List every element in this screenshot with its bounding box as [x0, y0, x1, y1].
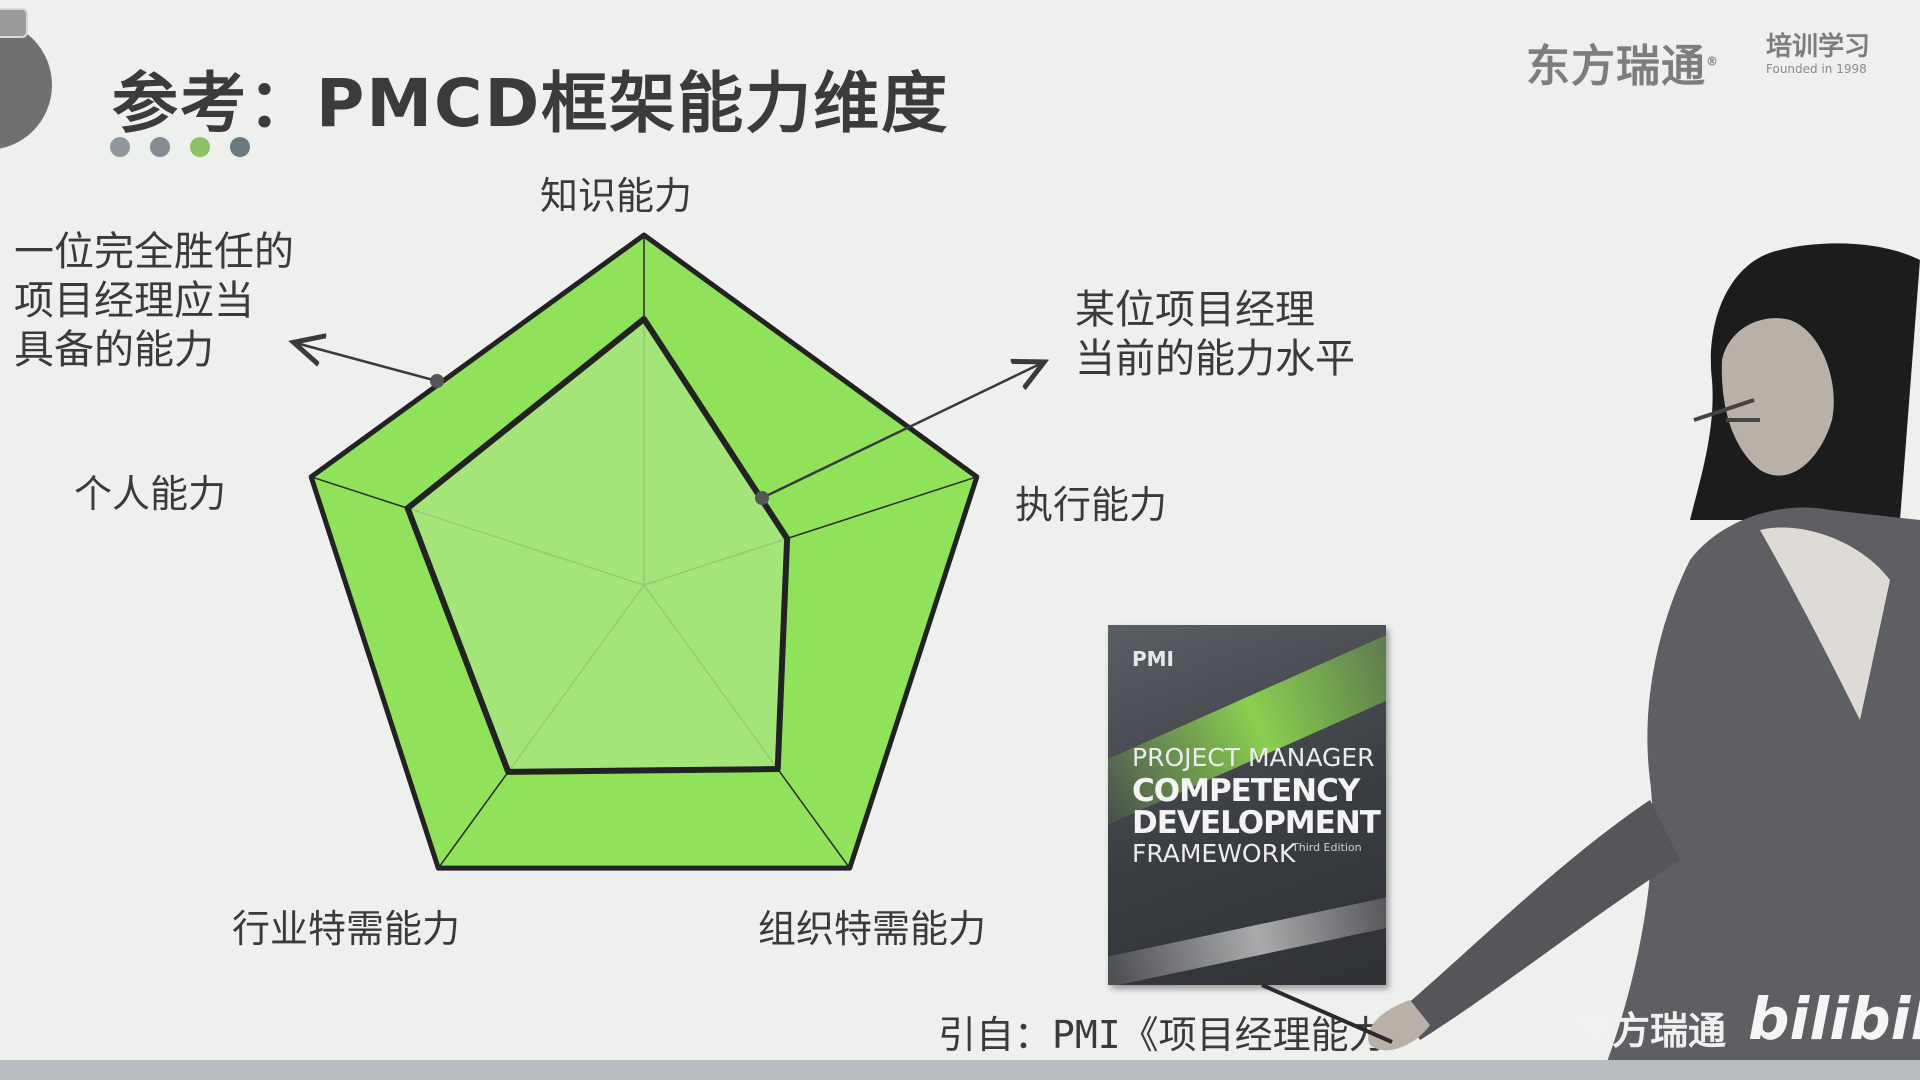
presenter-figure — [1261, 243, 1920, 1080]
watermark-site: bilibili — [1748, 985, 1920, 1053]
watermark-brand: 东方瑞通 — [1574, 1009, 1727, 1053]
bottom-bar — [0, 1060, 1920, 1080]
